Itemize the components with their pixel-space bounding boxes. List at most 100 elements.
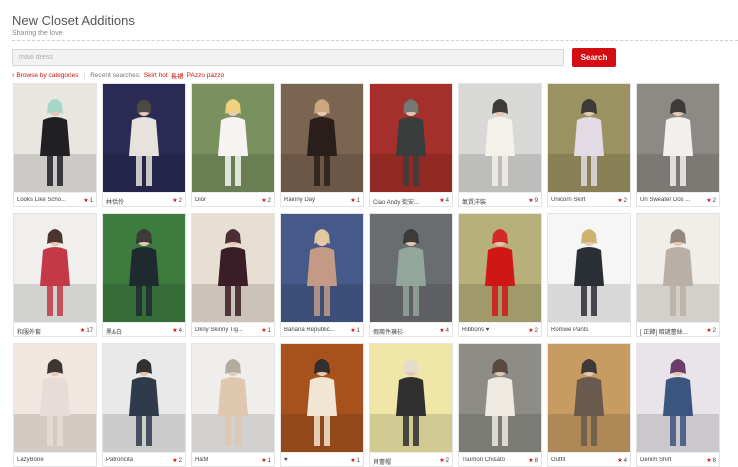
like-count[interactable]: ★17: [80, 327, 93, 334]
closet-item-title[interactable]: 林恬伶: [106, 197, 160, 206]
closet-item-card[interactable]: Tsumori Chisato ★8: [458, 343, 542, 467]
closet-item-photo[interactable]: [370, 344, 452, 452]
closet-item-card[interactable]: Un Sweater Dos ... ★2: [636, 83, 720, 207]
closet-item-title[interactable]: Dkny Skinny Tig...: [195, 327, 249, 333]
recent-searches-label: Recent searches:: [90, 71, 141, 79]
closet-item-card[interactable]: Ribbons ♥ ★2: [458, 213, 542, 337]
like-count[interactable]: ★9: [528, 197, 538, 204]
closet-item-title[interactable]: Ribbons ♥: [462, 327, 516, 333]
closet-item-title[interactable]: 氣質洋裝: [462, 197, 516, 206]
closet-item-title[interactable]: Ciao Andy 街安...: [373, 197, 427, 206]
closet-item-photo[interactable]: [459, 84, 541, 192]
closet-item-card[interactable]: Looks Like Scho... ★1: [13, 83, 97, 207]
like-count-value: 2: [623, 198, 627, 204]
closet-item-photo[interactable]: [14, 214, 96, 322]
recent-search-link[interactable]: PAzzo pazzo: [187, 72, 224, 79]
recent-search-link[interactable]: 長裙: [171, 70, 184, 80]
closet-item-title[interactable]: Banana Republic...: [284, 327, 338, 333]
closet-item-card[interactable]: Patroncita ★2: [102, 343, 186, 467]
closet-item-card[interactable]: Romwe Pants: [547, 213, 631, 337]
closet-item-photo[interactable]: [281, 214, 363, 322]
closet-item-photo[interactable]: [103, 214, 185, 322]
closet-item-title[interactable]: Tsumori Chisato: [462, 457, 516, 463]
closet-item-photo[interactable]: [14, 344, 96, 452]
closet-item-card[interactable]: Dkny Skinny Tig... ★1: [191, 213, 275, 337]
like-count-value: 2: [267, 198, 271, 204]
closet-item-title[interactable]: 和服外套: [17, 327, 71, 336]
closet-item-photo[interactable]: [14, 84, 96, 192]
closet-item-card[interactable]: Ciao Andy 街安... ★4: [369, 83, 453, 207]
browse-categories-link[interactable]: Browse by categories: [16, 72, 78, 79]
closet-item-title[interactable]: Patroncita: [106, 457, 160, 463]
like-count[interactable]: ★2: [528, 327, 538, 334]
closet-item-card[interactable]: LazyBone: [13, 343, 97, 467]
closet-item-photo[interactable]: [281, 84, 363, 192]
closet-item-caption: Outfit ★4: [548, 452, 630, 467]
like-count[interactable]: ★1: [350, 327, 360, 334]
closet-item-title[interactable]: Denim Shirt: [640, 457, 694, 463]
closet-item-photo[interactable]: [192, 344, 274, 452]
like-count[interactable]: ★1: [350, 197, 360, 204]
closet-item-caption: 黑&白 ★4: [103, 322, 185, 337]
closet-item-card[interactable]: Banana Republic... ★1: [280, 213, 364, 337]
closet-item-card[interactable]: Dior ★2: [191, 83, 275, 207]
search-button[interactable]: Search: [572, 48, 616, 67]
closet-item-title[interactable]: 貝蕾帽: [373, 457, 427, 466]
closet-item-card[interactable]: [ 正韓] 暗謎蕾絲... ★2: [636, 213, 720, 337]
closet-item-photo[interactable]: [103, 84, 185, 192]
closet-item-title[interactable]: 假兩件褲衫: [373, 327, 427, 336]
closet-item-caption: 和服外套 ★17: [14, 322, 96, 337]
closet-item-photo[interactable]: [192, 214, 274, 322]
closet-item-photo[interactable]: [637, 84, 719, 192]
closet-item-photo[interactable]: [548, 84, 630, 192]
closet-item-photo[interactable]: [637, 344, 719, 452]
closet-item-photo[interactable]: [548, 214, 630, 322]
closet-item-title[interactable]: LazyBone: [17, 457, 71, 463]
closet-item-card[interactable]: 和服外套 ★17: [13, 213, 97, 337]
closet-item-title[interactable]: Un Sweater Dos ...: [640, 197, 694, 203]
closet-item-card[interactable]: 貝蕾帽 ★2: [369, 343, 453, 467]
like-count[interactable]: ★4: [439, 327, 449, 334]
closet-item-title[interactable]: 黑&白: [106, 327, 160, 336]
closet-item-photo[interactable]: [370, 214, 452, 322]
browse-nav: ‹ Browse by categories | Recent searches…: [12, 70, 227, 81]
closet-item-card[interactable]: 氣質洋裝 ★9: [458, 83, 542, 207]
like-count[interactable]: ★1: [83, 197, 93, 204]
closet-item-photo[interactable]: [459, 344, 541, 452]
closet-item-card[interactable]: Rainny Day ★1: [280, 83, 364, 207]
closet-item-card[interactable]: 黑&白 ★4: [102, 213, 186, 337]
like-count[interactable]: ★4: [172, 327, 182, 334]
recent-search-link[interactable]: Skirt hot: [144, 72, 168, 79]
search-input[interactable]: [12, 49, 564, 66]
closet-item-title[interactable]: Looks Like Scho...: [17, 197, 71, 203]
like-count[interactable]: ★1: [261, 327, 271, 334]
closet-item-photo[interactable]: [548, 344, 630, 452]
closet-item-photo[interactable]: [103, 344, 185, 452]
like-count[interactable]: ★4: [439, 197, 449, 204]
closet-item-card[interactable]: ♥ ★1: [280, 343, 364, 467]
closet-item-title[interactable]: Unicorn Skirt: [551, 197, 605, 203]
like-count[interactable]: ★2: [261, 197, 271, 204]
closet-item-card[interactable]: 林恬伶 ★2: [102, 83, 186, 207]
closet-item-card[interactable]: Outfit ★4: [547, 343, 631, 467]
closet-item-card[interactable]: Denim Shirt ★8: [636, 343, 720, 467]
closet-item-card[interactable]: H&M ★1: [191, 343, 275, 467]
closet-item-photo[interactable]: [281, 344, 363, 452]
closet-item-title[interactable]: Romwe Pants: [551, 327, 605, 333]
like-count[interactable]: ★2: [172, 197, 182, 204]
closet-item-title[interactable]: ♥: [284, 457, 338, 463]
closet-item-photo[interactable]: [370, 84, 452, 192]
closet-item-photo[interactable]: [192, 84, 274, 192]
closet-item-card[interactable]: Unicorn Skirt ★2: [547, 83, 631, 207]
like-count[interactable]: ★2: [617, 197, 627, 204]
like-count[interactable]: ★2: [706, 327, 716, 334]
closet-item-title[interactable]: Dior: [195, 197, 249, 203]
closet-item-photo[interactable]: [637, 214, 719, 322]
like-count[interactable]: ★2: [706, 197, 716, 204]
closet-item-photo[interactable]: [459, 214, 541, 322]
closet-item-title[interactable]: H&M: [195, 457, 249, 463]
closet-item-title[interactable]: Rainny Day: [284, 197, 338, 203]
closet-item-title[interactable]: [ 正韓] 暗謎蕾絲...: [640, 327, 694, 336]
closet-item-card[interactable]: 假兩件褲衫 ★4: [369, 213, 453, 337]
closet-item-title[interactable]: Outfit: [551, 457, 605, 463]
